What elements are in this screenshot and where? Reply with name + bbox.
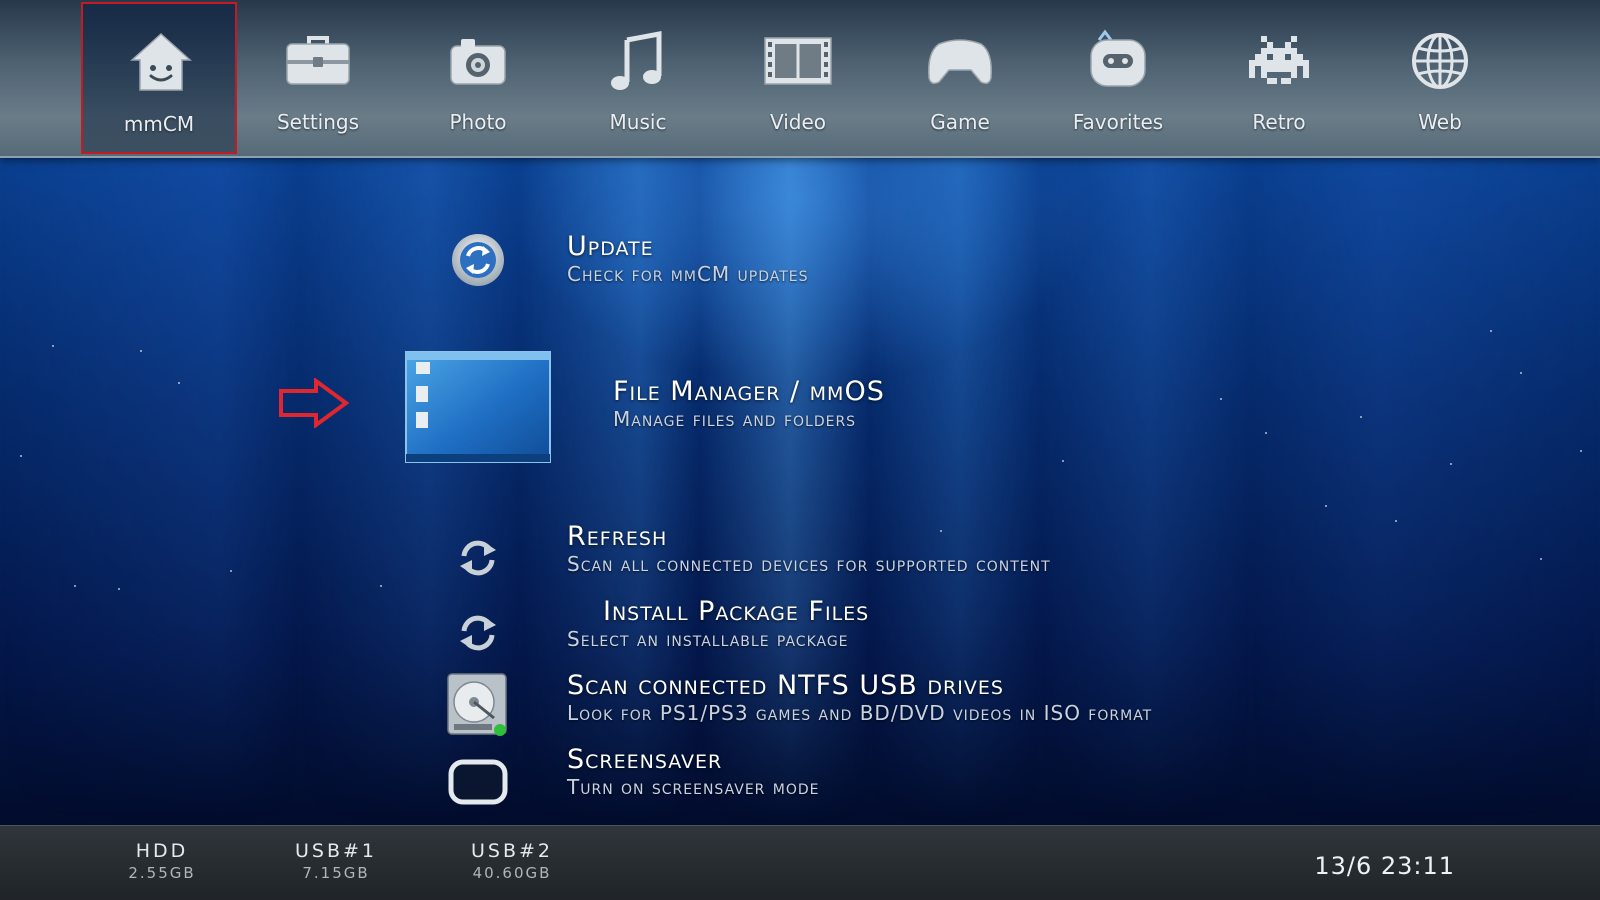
nav-item-video[interactable]: Video [720,2,876,154]
star [1490,330,1492,332]
nav-label: Game [930,110,990,134]
nav-label: Music [609,110,667,134]
menu-item-screensaver[interactable]: Screensaver Turn on screensaver mode [567,744,820,799]
nav-label: Settings [276,110,360,134]
drive-usb1: USB#1 7.15GB [266,840,406,882]
star [178,382,180,384]
nav-item-settings[interactable]: Settings [240,2,396,154]
star [380,585,382,587]
menu-item-title: File Manager / mmOS [613,376,885,407]
status-bar: HDD 2.55GB USB#1 7.15GB USB#2 40.60GB 13… [0,825,1600,900]
nav-item-retro[interactable]: Retro [1201,2,1357,154]
menu-item-title: Refresh [567,521,668,552]
menu-item-file-manager[interactable]: File Manager / mmOS Manage files and fol… [613,376,885,431]
file-manager-window-icon[interactable] [404,350,554,468]
home-face-icon [130,32,192,91]
nav-label: Favorites [1072,110,1164,134]
nav-label: Retro [1252,110,1306,134]
star [140,350,142,352]
menu-item-subtitle: Scan all connected devices for supported… [567,552,1051,576]
star [1325,505,1327,507]
clock: 13/6 23:11 [1314,852,1455,880]
star [1265,432,1267,434]
star [1540,558,1542,560]
menu-item-title: Install Package Files [603,596,870,627]
selection-arrow-icon [279,378,350,428]
drive-size: 7.15GB [302,864,370,882]
film-strip-icon [764,37,832,85]
nav-label: Web [1418,110,1462,134]
menu-item-install-package[interactable]: Install Package Files Select an installa… [567,596,869,651]
star [1220,398,1222,400]
star [74,585,76,587]
menu-item-title: Screensaver [567,744,723,775]
menu-item-subtitle: Select an installable package [567,627,849,651]
star [1395,520,1397,522]
globe-icon [1412,33,1468,89]
update-circle-icon[interactable] [450,232,506,288]
drive-size: 40.60GB [472,864,552,882]
drive-usb2: USB#2 40.60GB [442,840,582,882]
star [1360,416,1362,418]
nav-item-photo[interactable]: Photo [400,2,556,154]
drive-name: USB#2 [470,840,553,862]
hard-drive-icon[interactable] [446,672,510,738]
nav-item-game[interactable]: Game [882,2,1038,154]
menu-item-update[interactable]: Update Check for mmCM updates [567,231,809,286]
nav-item-web[interactable]: Web [1362,2,1518,154]
star [1580,450,1582,452]
star [230,570,232,572]
nav-item-mmcm[interactable]: mmCM [81,2,237,154]
robot-head-icon [1090,29,1146,87]
drive-name: HDD [135,840,189,862]
menu-item-scan-ntfs[interactable]: Scan connected NTFS USB drives Look for … [567,670,1152,725]
star [52,345,54,347]
menu-item-title: Scan connected NTFS USB drives [567,670,1004,701]
nav-item-music[interactable]: Music [560,2,716,154]
drive-size: 2.55GB [128,864,196,882]
drive-hdd: HDD 2.55GB [92,840,232,882]
refresh-arrows-icon[interactable] [456,613,500,653]
screen-outline-icon[interactable] [447,758,509,806]
menu-item-refresh[interactable]: Refresh Scan all connected devices for s… [567,521,1051,576]
menu-item-subtitle: Turn on screensaver mode [567,775,820,799]
star [1062,460,1064,462]
menu-item-title: Update [567,231,654,262]
drive-name: USB#1 [294,840,377,862]
star [20,455,22,457]
space-invader-icon [1249,36,1309,84]
gamepad-icon [927,39,993,85]
menu-item-subtitle: Check for mmCM updates [567,262,809,286]
star [1450,463,1452,465]
music-note-icon [611,30,662,90]
nav-label: Video [769,110,827,134]
toolbox-icon [286,36,350,85]
nav-item-favorites[interactable]: Favorites [1040,2,1196,154]
menu-item-subtitle: Manage files and folders [613,407,857,431]
top-nav-bar: mmCM Settings Photo Music Video Game Fav… [0,0,1600,158]
nav-label: mmCM [123,112,195,136]
camera-icon [450,39,506,85]
nav-label: Photo [449,110,507,134]
menu-item-subtitle: Look for PS1/PS3 games and BD/DVD videos… [567,701,1153,725]
star [118,588,120,590]
star [1520,372,1522,374]
refresh-arrows-icon[interactable] [456,538,500,578]
